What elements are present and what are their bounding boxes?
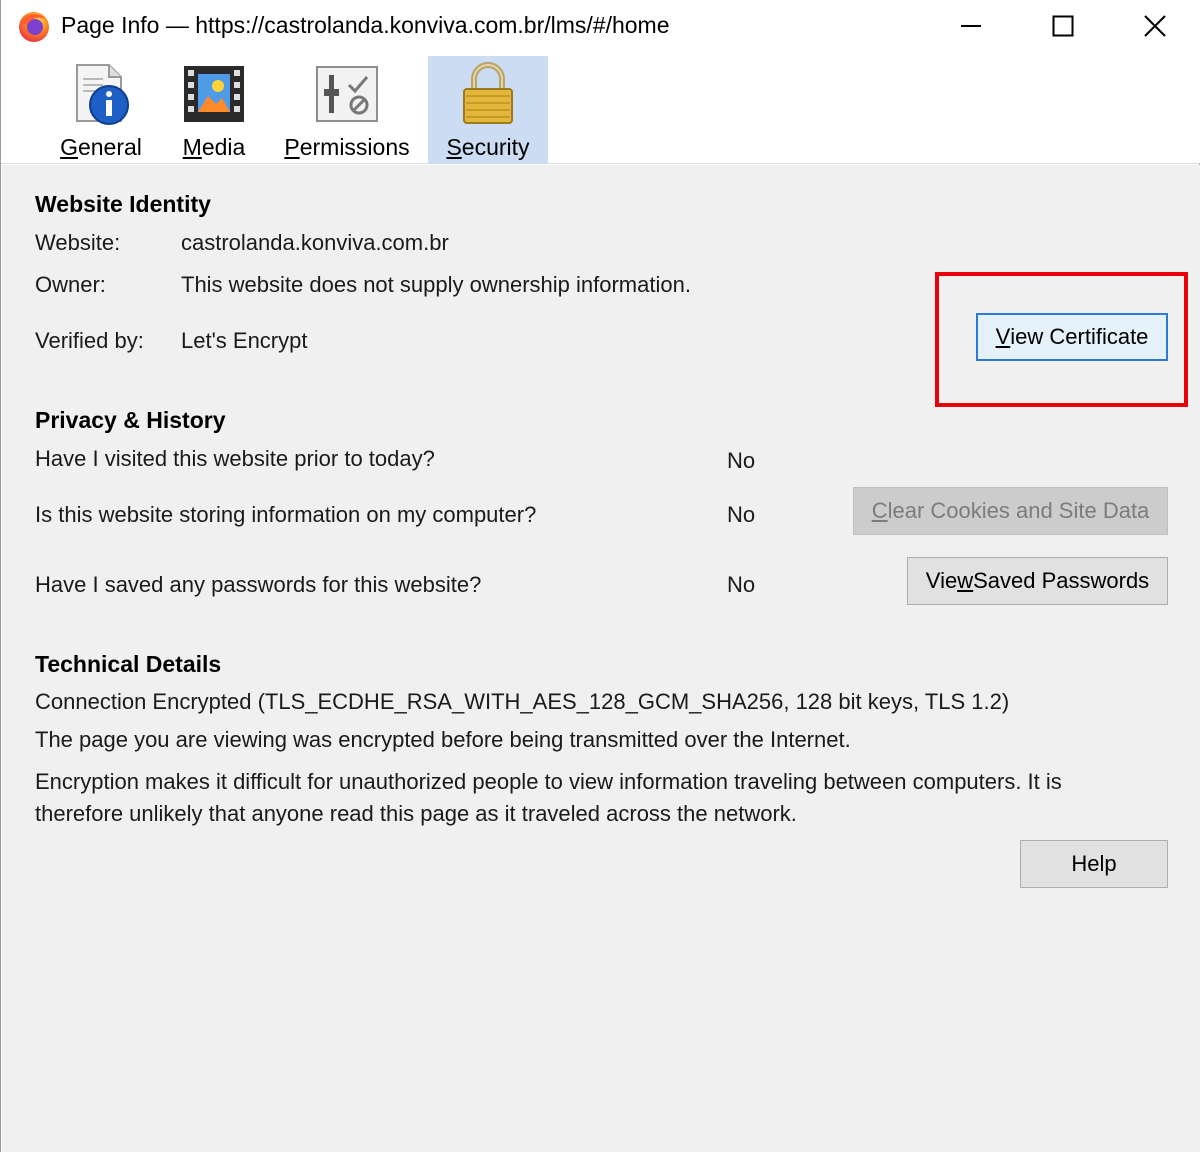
storing-answer: No bbox=[727, 502, 756, 527]
clear-cookies-button[interactable]: Clear Cookies and Site Data bbox=[853, 487, 1168, 535]
tab-general-accel: G bbox=[60, 134, 78, 160]
encryption-explanation-line2: therefore unlikely that anyone read this… bbox=[35, 801, 797, 826]
owner-label: Owner: bbox=[35, 272, 106, 297]
visited-question: Have I visited this website prior to tod… bbox=[35, 446, 435, 471]
storing-question: Is this website storing information on m… bbox=[35, 502, 537, 527]
technical-details-heading: Technical Details bbox=[35, 651, 222, 677]
firefox-icon bbox=[19, 12, 49, 42]
page-info-window: Page Info — https://castrolanda.konviva.… bbox=[0, 0, 1200, 1152]
verified-by-label: Verified by: bbox=[35, 328, 144, 353]
tab-general[interactable]: General bbox=[53, 56, 149, 164]
encryption-summary-text: The page you are viewing was encrypted b… bbox=[35, 727, 851, 752]
maximize-button[interactable] bbox=[1017, 0, 1109, 52]
tab-security-accel: S bbox=[446, 134, 462, 160]
minimize-button[interactable] bbox=[925, 0, 1017, 52]
visited-answer: No bbox=[727, 448, 756, 473]
tab-permissions-accel: P bbox=[284, 134, 300, 160]
tab-media[interactable]: Media bbox=[171, 56, 257, 164]
encryption-explanation-line1: Encryption makes it difficult for unauth… bbox=[35, 769, 1062, 794]
tab-general-label: eneral bbox=[77, 134, 142, 160]
close-button[interactable] bbox=[1109, 0, 1200, 52]
passwords-question: Have I saved any passwords for this webs… bbox=[35, 572, 482, 597]
security-panel: Website Identity Website: castrolanda.ko… bbox=[2, 165, 1200, 1152]
tab-media-label: edia bbox=[201, 134, 246, 160]
website-value: castrolanda.konviva.com.br bbox=[181, 230, 449, 255]
passwords-answer: No bbox=[727, 572, 756, 597]
highlight-annotation bbox=[935, 272, 1188, 407]
website-identity-heading: Website Identity bbox=[35, 191, 211, 217]
page-info-toolbar: General Media Permissions Security bbox=[1, 52, 1200, 164]
close-icon bbox=[1144, 15, 1166, 37]
help-button[interactable]: Help bbox=[1020, 840, 1168, 888]
verified-by-value: Let's Encrypt bbox=[181, 328, 308, 353]
tab-security[interactable]: Security bbox=[428, 56, 548, 164]
permissions-icon bbox=[316, 66, 378, 122]
title-bar: Page Info — https://castrolanda.konviva.… bbox=[1, 0, 1200, 52]
lock-icon bbox=[463, 62, 513, 124]
privacy-history-heading: Privacy & History bbox=[35, 407, 226, 433]
minimize-icon bbox=[961, 25, 981, 27]
view-saved-passwords-button[interactable]: Vie w Saved Passwords bbox=[907, 557, 1168, 605]
tab-media-accel: M bbox=[182, 134, 202, 160]
info-icon bbox=[76, 64, 129, 125]
media-icon bbox=[184, 66, 244, 122]
owner-value: This website does not supply ownership i… bbox=[181, 272, 691, 297]
website-label: Website: bbox=[35, 230, 121, 255]
connection-encrypted-text: Connection Encrypted (TLS_ECDHE_RSA_WITH… bbox=[35, 689, 1010, 714]
window-title: Page Info — https://castrolanda.konviva.… bbox=[61, 12, 670, 38]
tab-permissions-label: ermissions bbox=[299, 134, 410, 160]
tab-security-label: ecurity bbox=[461, 134, 530, 160]
tab-permissions[interactable]: Permissions bbox=[275, 56, 419, 164]
maximize-icon bbox=[1052, 15, 1074, 37]
